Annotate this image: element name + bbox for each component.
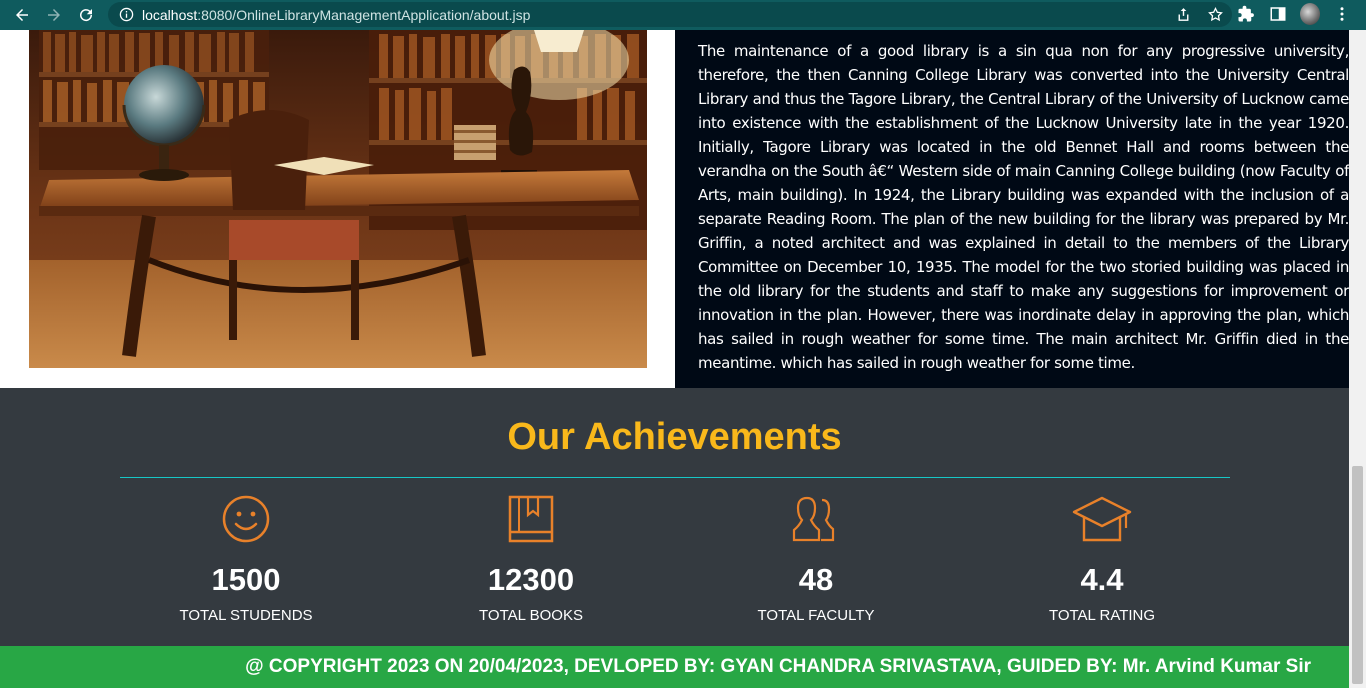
achievements-title: Our Achievements [507, 416, 842, 458]
profile-avatar[interactable] [1300, 2, 1320, 26]
stat-value: 4.4 [1080, 562, 1124, 597]
reload-icon [80, 9, 93, 22]
share-icon[interactable] [1174, 5, 1192, 23]
about-section: The maintenance of a good library is a s… [0, 30, 1349, 388]
stat-label: TOTAL STUDENDS [179, 607, 313, 624]
stat-value: 48 [798, 562, 834, 597]
arrow-right-icon [48, 9, 60, 21]
smile-icon [136, 494, 356, 544]
library-photo [29, 30, 647, 368]
bookmark-star-icon[interactable] [1206, 5, 1224, 23]
users-icon [706, 494, 926, 544]
stat-label: TOTAL BOOKS [479, 607, 583, 624]
arrow-left-icon [16, 9, 28, 21]
side-panel-icon[interactable] [1268, 2, 1288, 26]
stat-students: 1500 TOTAL STUDENDS [136, 494, 356, 624]
reload-button[interactable] [73, 2, 99, 28]
url-text: localhost:8080/OnlineLibraryManagementAp… [142, 7, 530, 23]
about-text-panel: The maintenance of a good library is a s… [675, 30, 1349, 388]
book-icon [421, 494, 641, 544]
stat-value: 1500 [211, 562, 281, 597]
address-bar[interactable]: localhost:8080/OnlineLibraryManagementAp… [108, 2, 1232, 27]
more-menu-icon[interactable] [1332, 2, 1352, 26]
scrollbar-thumb[interactable] [1352, 466, 1363, 684]
extensions-icon[interactable] [1236, 2, 1256, 26]
stat-label: TOTAL FACULTY [757, 607, 875, 624]
site-info-icon[interactable] [118, 7, 134, 23]
url-path: :8080/OnlineLibraryManagementApplication… [197, 6, 531, 23]
url-host: localhost [142, 6, 198, 23]
achievements-section: Our Achievements 1500 TOTAL STUDENDS 123… [0, 388, 1349, 646]
divider [120, 477, 1230, 478]
stat-rating: 4.4 TOTAL RATING [992, 494, 1212, 624]
forward-button[interactable] [41, 2, 67, 28]
about-paragraph: The maintenance of a good library is a s… [698, 42, 1349, 372]
graduation-cap-icon [992, 494, 1212, 544]
stat-faculty: 48 TOTAL FACULTY [706, 494, 926, 624]
about-image-panel [0, 30, 675, 388]
page-scrollbar[interactable] [1349, 30, 1366, 688]
back-button[interactable] [9, 2, 35, 28]
stat-books: 12300 TOTAL BOOKS [421, 494, 641, 624]
footer: @ COPYRIGHT 2023 ON 20/04/2023, DEVLOPED… [0, 646, 1349, 688]
stat-value: 12300 [487, 562, 575, 597]
footer-copyright: @ COPYRIGHT 2023 ON 20/04/2023, DEVLOPED… [245, 656, 1311, 677]
browser-toolbar: localhost:8080/OnlineLibraryManagementAp… [0, 0, 1366, 30]
stat-label: TOTAL RATING [1048, 607, 1156, 624]
